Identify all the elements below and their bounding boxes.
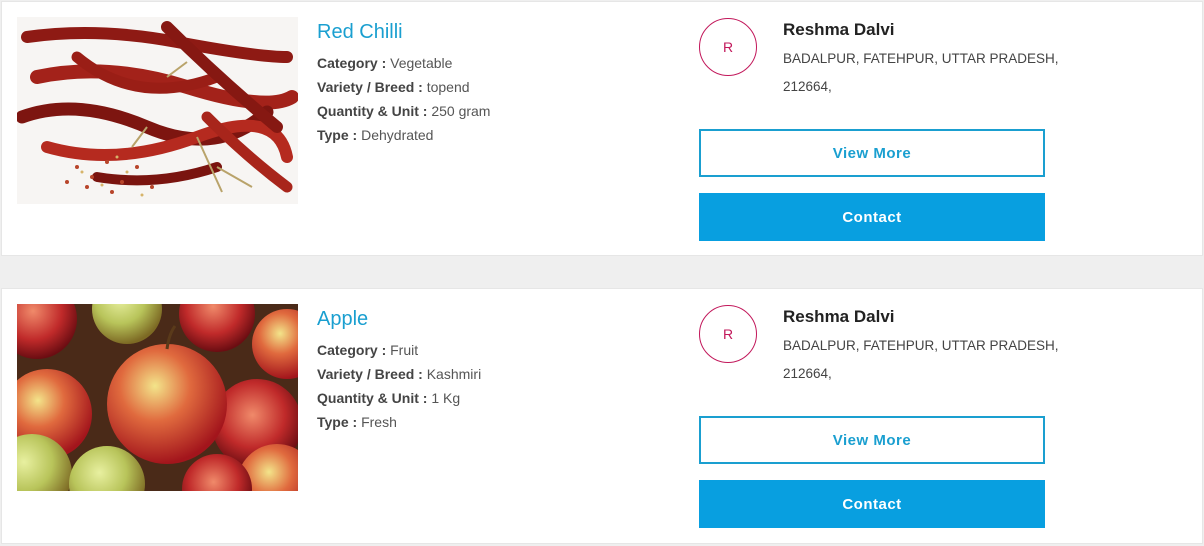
spec-type: Type : Dehydrated	[317, 125, 490, 149]
spec-label: Category :	[317, 342, 387, 358]
contact-button[interactable]: Contact	[699, 480, 1045, 528]
spec-value: 250 gram	[431, 103, 491, 119]
spec-quantity: Quantity & Unit : 250 gram	[317, 101, 490, 125]
spec-variety: Variety / Breed : Kashmiri	[317, 364, 481, 388]
listing-card: Apple Category : Fruit Variety / Breed :…	[1, 288, 1203, 544]
listing-card: Red Chilli Category : Vegetable Variety …	[1, 1, 1203, 256]
spec-value: topend	[426, 79, 470, 95]
seller-address-line1: BADALPUR, FATEHPUR, UTTAR PRADESH,	[783, 51, 1059, 66]
spec-variety: Variety / Breed : topend	[317, 77, 490, 101]
spec-value: Fresh	[361, 414, 397, 430]
seller-name: Reshma Dalvi	[783, 20, 895, 39]
seller-avatar: R	[699, 305, 757, 363]
spec-label: Quantity & Unit :	[317, 103, 428, 119]
product-specs: Category : Vegetable Variety / Breed : t…	[317, 53, 490, 149]
seller-address: BADALPUR, FATEHPUR, UTTAR PRADESH, 21266…	[783, 45, 1093, 101]
spec-type: Type : Fresh	[317, 412, 481, 436]
spec-label: Category :	[317, 55, 387, 71]
seller-address-line2: 212664,	[783, 366, 832, 381]
spec-label: Variety / Breed :	[317, 366, 423, 382]
product-image-red-chilli[interactable]	[17, 17, 298, 204]
spec-label: Variety / Breed :	[317, 79, 423, 95]
spec-value: Vegetable	[390, 55, 453, 71]
spec-value: Fruit	[390, 342, 419, 358]
view-more-button[interactable]: View More	[699, 129, 1045, 177]
product-title[interactable]: Red Chilli	[317, 21, 403, 44]
spec-value: Kashmiri	[426, 366, 482, 382]
seller-address-line2: 212664,	[783, 79, 832, 94]
spec-quantity: Quantity & Unit : 1 Kg	[317, 388, 481, 412]
apple-photo	[17, 304, 298, 491]
spec-category: Category : Fruit	[317, 340, 481, 364]
seller-address-line1: BADALPUR, FATEHPUR, UTTAR PRADESH,	[783, 338, 1059, 353]
spec-value: Dehydrated	[361, 127, 434, 143]
spec-value: 1 Kg	[431, 390, 461, 406]
view-more-button[interactable]: View More	[699, 416, 1045, 464]
spec-label: Type :	[317, 414, 358, 430]
seller-name: Reshma Dalvi	[783, 307, 895, 326]
product-title[interactable]: Apple	[317, 308, 368, 331]
seller-address: BADALPUR, FATEHPUR, UTTAR PRADESH, 21266…	[783, 332, 1093, 388]
spec-label: Type :	[317, 127, 358, 143]
product-specs: Category : Fruit Variety / Breed : Kashm…	[317, 340, 481, 436]
red-chilli-photo	[17, 17, 298, 204]
seller-avatar: R	[699, 18, 757, 76]
product-image-apple[interactable]	[17, 304, 298, 491]
contact-button[interactable]: Contact	[699, 193, 1045, 241]
spec-label: Quantity & Unit :	[317, 390, 428, 406]
spec-category: Category : Vegetable	[317, 53, 490, 77]
